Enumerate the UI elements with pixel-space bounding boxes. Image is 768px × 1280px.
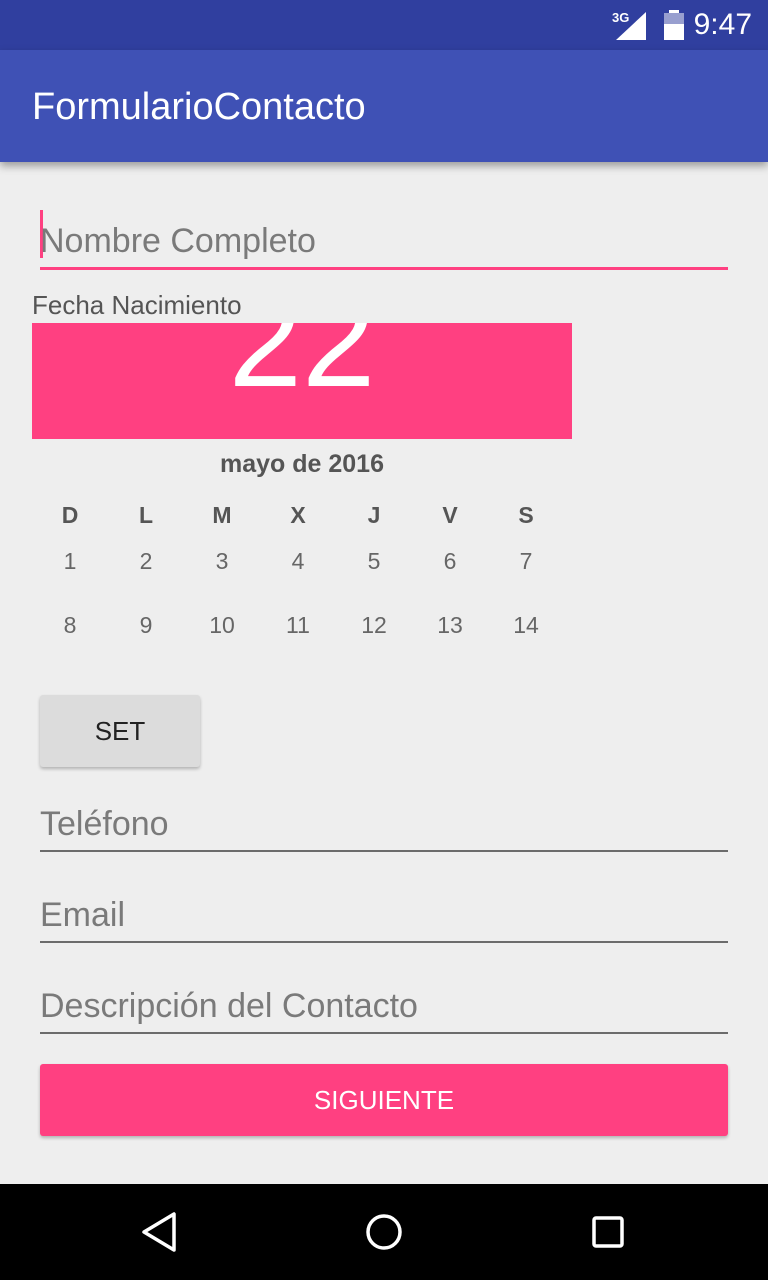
signal-icon [616, 12, 646, 40]
phone-field[interactable] [40, 792, 728, 852]
calendar-day[interactable]: 1 [32, 538, 108, 602]
month-title: mayo de 2016 [220, 450, 384, 478]
calendar-day[interactable]: 2 [108, 538, 184, 602]
navigation-bar [0, 1184, 768, 1280]
app-title: FormularioContacto [32, 86, 366, 128]
calendar-day[interactable]: 11 [260, 602, 336, 666]
selected-day: 22 [228, 323, 376, 414]
calendar-day[interactable]: 14 [488, 602, 564, 666]
calendar-day[interactable]: 3 [184, 538, 260, 602]
description-input[interactable] [40, 987, 728, 1026]
status-bar: 3G 9:47 [0, 0, 768, 50]
calendar-day[interactable]: 13 [412, 602, 488, 666]
weekday-label: V [442, 502, 458, 528]
date-picker-header: 22 [32, 323, 572, 439]
calendar-grid: D L M X J V S 1 2 3 4 5 6 7 8 9 10 11 12… [32, 492, 564, 666]
email-field[interactable] [40, 883, 728, 943]
clock: 9:47 [693, 8, 752, 41]
next-button[interactable]: SIGUIENTE [40, 1064, 728, 1136]
phone-input[interactable] [40, 805, 728, 844]
calendar-day[interactable]: 5 [336, 538, 412, 602]
name-input[interactable] [40, 222, 728, 261]
email-input[interactable] [40, 896, 728, 935]
recents-icon[interactable] [582, 1206, 634, 1258]
calendar-day[interactable]: 4 [260, 538, 336, 602]
calendar-day[interactable]: 10 [184, 602, 260, 666]
weekday-label: M [212, 502, 232, 528]
home-icon[interactable] [358, 1206, 410, 1258]
description-field[interactable] [40, 974, 728, 1034]
name-field[interactable] [40, 210, 728, 270]
battery-icon [664, 10, 684, 40]
calendar-day[interactable]: 6 [412, 538, 488, 602]
calendar-day[interactable]: 7 [488, 538, 564, 602]
calendar-day[interactable]: 8 [32, 602, 108, 666]
calendar-day[interactable]: 9 [108, 602, 184, 666]
birthdate-label: Fecha Nacimiento [32, 290, 242, 320]
calendar-day[interactable]: 12 [336, 602, 412, 666]
set-button[interactable]: SET [40, 695, 200, 767]
weekday-label: D [61, 502, 79, 528]
weekday-label: L [138, 502, 154, 528]
weekday-label: X [290, 502, 306, 528]
app-bar: FormularioContacto [0, 50, 768, 162]
back-icon[interactable] [134, 1206, 186, 1258]
weekday-label: J [367, 502, 381, 528]
weekday-label: S [518, 502, 534, 528]
